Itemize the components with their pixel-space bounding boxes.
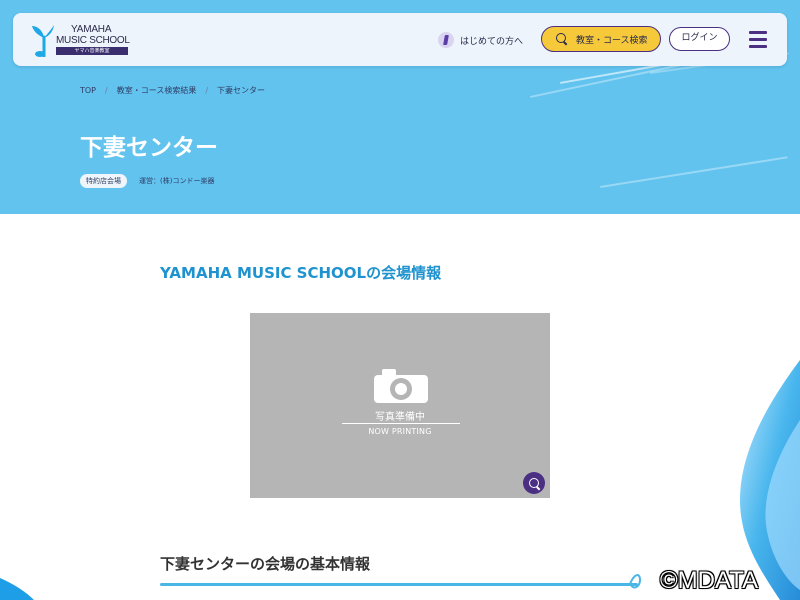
breadcrumb-separator: / (105, 86, 108, 95)
venue-type-badge: 特約店会場 (80, 174, 127, 188)
basic-info-heading: 下妻センターの会場の基本情報 (160, 555, 371, 573)
copyright-watermark: ©MDATA (660, 567, 759, 594)
venue-info-heading: YAMAHA MUSIC SCHOOLの会場情報 (160, 264, 442, 282)
camera-icon (374, 369, 428, 403)
logo-text-yamaha: YAMAHA (71, 24, 112, 35)
hero-streak (529, 60, 697, 98)
search-button-label: 教室・コース検索 (576, 35, 648, 46)
venue-photo-placeholder: 写真準備中 NOW PRINTING (250, 313, 550, 498)
classroom-course-search-button[interactable]: 教室・コース検索 (541, 26, 661, 52)
heading-underline (160, 583, 638, 586)
note-sprout-icon (32, 25, 54, 57)
breadcrumb-current: 下妻センター (217, 86, 266, 95)
site-header: YAMAHA MUSIC SCHOOL ヤマハ音楽教室 はじめての方へ 教室・コ… (13, 13, 787, 66)
breadcrumb: TOP / 教室・コース検索結果 / 下妻センター (80, 85, 265, 96)
zoom-in-icon[interactable] (523, 472, 545, 494)
hero-streak (599, 156, 788, 188)
breadcrumb-separator: / (205, 86, 209, 95)
hamburger-menu-icon[interactable] (749, 31, 767, 48)
logo-subtitle: ヤマハ音楽教室 (56, 47, 128, 55)
search-icon (556, 33, 568, 45)
nav-for-beginners[interactable]: はじめての方へ (438, 30, 523, 50)
nav-for-beginners-label: はじめての方へ (460, 36, 524, 47)
photo-pending-text: 写真準備中 (375, 412, 425, 423)
logo-text-music-school: MUSIC SCHOOL (56, 35, 130, 46)
yamaha-music-school-logo[interactable]: YAMAHA MUSIC SCHOOL ヤマハ音楽教室 (31, 23, 141, 57)
now-printing-text: NOW PRINTING (368, 427, 432, 436)
login-button[interactable]: ログイン (669, 27, 730, 51)
breadcrumb-search-results-link[interactable]: 教室・コース検索結果 (117, 85, 197, 96)
photo-divider (342, 423, 460, 424)
page-title: 下妻センター (80, 135, 218, 161)
operator-text: 運営：(株)コンドー楽器 (139, 177, 215, 185)
beginner-mark-icon (438, 32, 454, 48)
breadcrumb-top-link[interactable]: TOP (80, 86, 96, 95)
